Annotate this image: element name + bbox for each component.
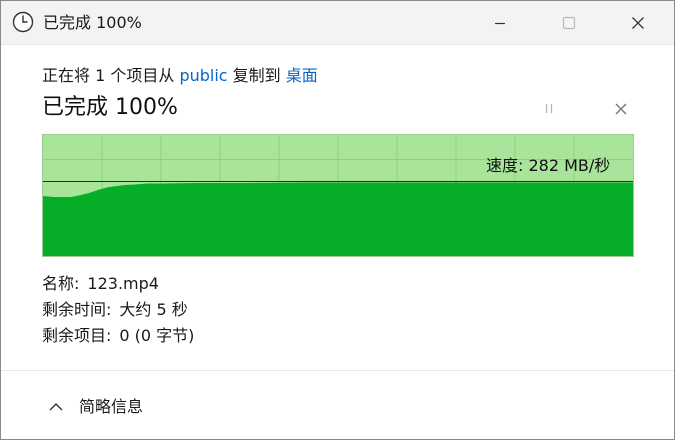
pause-button[interactable] <box>539 99 559 119</box>
source-folder-link[interactable]: public <box>179 66 227 85</box>
title-bar[interactable]: 已完成 100% <box>1 1 674 45</box>
close-icon <box>615 103 627 115</box>
desc-middle: 复制到 <box>227 66 286 85</box>
chevron-up-icon <box>49 403 63 411</box>
copy-description: 正在将 1 个项目从 public 复制到 桌面 <box>42 64 318 88</box>
minimize-icon <box>495 22 505 25</box>
info-name-label: 名称: <box>42 274 80 293</box>
desc-prefix: 正在将 1 个项目从 <box>42 66 180 85</box>
maximize-icon <box>562 16 576 30</box>
speed-label: 速度: 282 MB/秒 <box>486 156 611 175</box>
copy-progress-window: 已完成 100% 正在将 1 个项目从 public 复制到 桌面 已完成 10… <box>0 0 675 440</box>
info-time-value: 大约 5 秒 <box>119 300 188 319</box>
info-name-row: 名称: 123.mp4 <box>42 272 159 296</box>
progress-heading: 已完成 100% <box>42 95 178 120</box>
info-items-row: 剩余项目: 0 (0 字节) <box>42 324 194 348</box>
fewer-details-label: 简略信息 <box>79 397 144 416</box>
window-title: 已完成 100% <box>43 13 142 32</box>
info-time-label: 剩余时间: <box>42 300 112 319</box>
maximize-button[interactable] <box>546 1 592 45</box>
minimize-button[interactable] <box>477 1 523 45</box>
info-time-row: 剩余时间: 大约 5 秒 <box>42 298 188 322</box>
destination-folder-link[interactable]: 桌面 <box>286 66 318 85</box>
close-icon <box>632 17 644 29</box>
speed-graph <box>42 134 634 257</box>
info-items-value: 0 (0 字节) <box>119 326 195 345</box>
pause-icon <box>545 104 553 113</box>
clock-icon <box>12 11 34 33</box>
info-items-label: 剩余项目: <box>42 326 112 345</box>
info-name-value: 123.mp4 <box>87 274 159 293</box>
close-button[interactable] <box>615 1 661 45</box>
cancel-button[interactable] <box>611 99 631 119</box>
footer-divider <box>1 370 674 371</box>
fewer-details-toggle[interactable]: 简略信息 <box>42 393 182 421</box>
